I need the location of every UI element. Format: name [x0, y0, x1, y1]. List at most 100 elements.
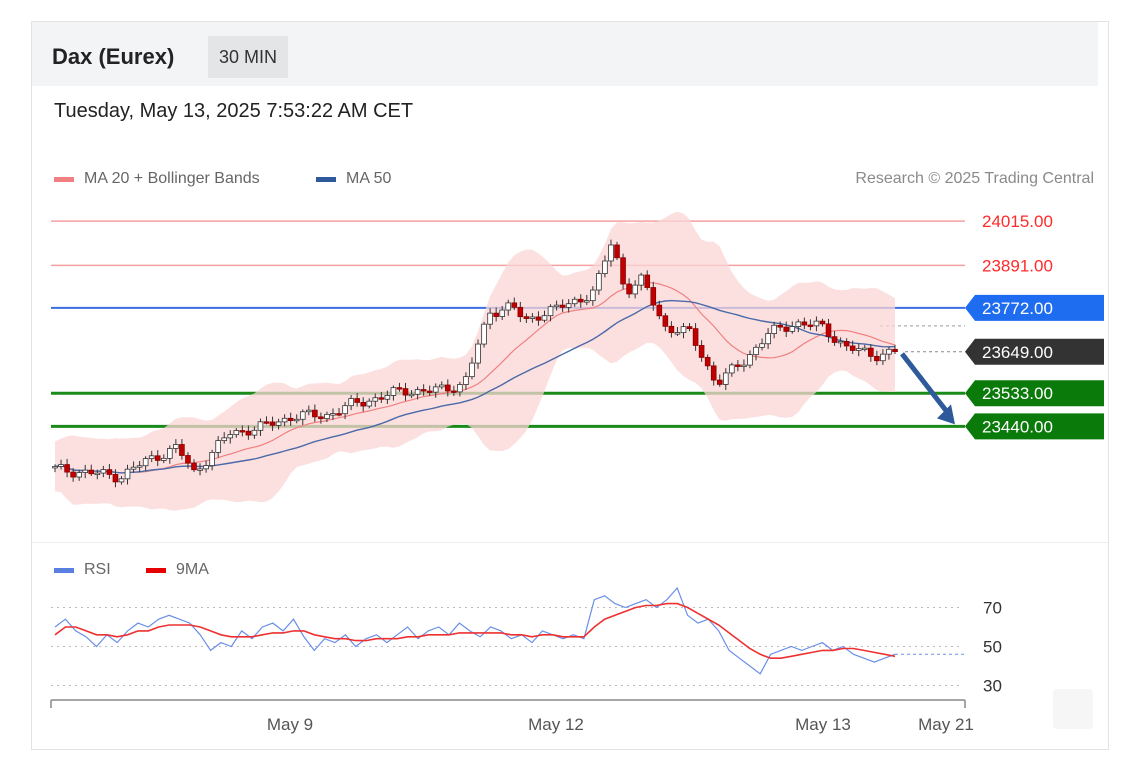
candle-body — [154, 455, 161, 461]
candle-body — [880, 353, 886, 362]
candle-body — [686, 326, 693, 330]
candle-body — [868, 347, 874, 357]
candle-body — [167, 448, 173, 459]
candle-body — [475, 343, 481, 364]
candle-body — [100, 469, 107, 474]
candle-body — [396, 387, 403, 390]
candle-body — [378, 397, 385, 400]
9ma-line — [54, 602, 896, 659]
x-tick-label-May-21: May 21 — [918, 715, 974, 734]
candle-body — [698, 345, 705, 358]
candle-body — [861, 347, 868, 351]
candle-body — [287, 417, 294, 422]
candle-body — [837, 341, 844, 344]
x-tick-label-May-13: May 13 — [795, 715, 851, 734]
candle-body — [336, 413, 342, 416]
candle-body — [692, 328, 699, 346]
candle-body — [426, 390, 433, 393]
candle-body — [106, 469, 113, 475]
candle-body — [451, 390, 457, 393]
candle-body — [753, 346, 759, 356]
candle-body — [366, 400, 373, 407]
candle-body — [620, 257, 626, 285]
chart-svg[interactable]: 24015.00 23891.00 23772.00 23649.00 23533.00… — [0, 0, 1143, 764]
candle-body — [215, 440, 221, 453]
candle-body — [729, 364, 735, 374]
candle-body — [765, 333, 771, 345]
candle-body — [463, 376, 469, 385]
candle-body — [233, 430, 240, 436]
candle-body — [583, 300, 590, 303]
candle-body — [457, 384, 463, 393]
candle-body — [142, 458, 149, 467]
candle-body — [807, 324, 814, 327]
candle-body — [124, 468, 131, 480]
candle-body — [674, 332, 681, 335]
candle-body — [293, 418, 300, 422]
candle-body — [88, 469, 95, 475]
candle-body — [257, 421, 264, 431]
candle-body — [626, 283, 632, 295]
candle-body — [70, 471, 76, 478]
level-label-23891.00: 23891.00 — [982, 256, 1053, 275]
candle-body — [825, 323, 832, 338]
candle-body — [735, 364, 741, 367]
candle-body — [118, 478, 125, 483]
candle-body — [384, 395, 391, 400]
candle-body — [680, 326, 687, 333]
candle-body — [505, 302, 512, 311]
candle-body — [795, 321, 802, 327]
candle-body — [632, 284, 638, 295]
forecast-arrow-shaft — [900, 352, 951, 416]
candle-body — [662, 315, 669, 327]
candle-body — [487, 312, 493, 325]
x-tick-label-May-9: May 9 — [267, 715, 313, 734]
candle-body — [197, 468, 203, 471]
candle-body — [710, 365, 717, 381]
candle-body — [813, 320, 820, 327]
candle-body — [499, 309, 505, 317]
candle-body — [759, 343, 765, 348]
candle-body — [185, 455, 191, 464]
candle-body — [402, 388, 409, 396]
candle-body — [704, 356, 711, 367]
candle-body — [855, 348, 862, 351]
candle-body — [306, 409, 312, 413]
candle-body — [160, 457, 167, 461]
candle-body — [52, 466, 58, 469]
candle-body — [831, 336, 838, 343]
candle-body — [348, 398, 354, 407]
candle-body — [179, 444, 185, 456]
candle-body — [590, 289, 596, 302]
rsi-tick-label-50: 50 — [983, 638, 1002, 657]
level-tag-text: 23772.00 — [982, 299, 1053, 318]
candle-body — [511, 302, 518, 308]
candle-body — [209, 452, 215, 466]
candle-body — [656, 304, 663, 317]
candle-body — [414, 389, 421, 395]
candle — [614, 241, 620, 261]
candle-body — [843, 341, 850, 347]
candle-body — [408, 393, 415, 397]
candle — [481, 321, 487, 348]
level-tag-23440.00: 23440.00 — [965, 413, 1104, 440]
candle-body — [819, 320, 826, 325]
candle-body — [354, 398, 360, 403]
rsi-line — [54, 586, 896, 675]
candle — [620, 253, 626, 290]
candle-body — [130, 466, 137, 470]
candle-body — [529, 316, 536, 319]
candle-body — [650, 287, 657, 306]
candle-body — [741, 364, 747, 368]
candle-body — [245, 430, 252, 436]
candle-body — [221, 437, 228, 442]
candle-body — [420, 389, 427, 392]
candle-body — [342, 405, 348, 415]
candle-body — [577, 298, 584, 303]
candle-body — [481, 323, 487, 345]
corner-button[interactable] — [1053, 689, 1093, 729]
level-label-24015.00: 24015.00 — [982, 212, 1053, 231]
candle-body — [777, 324, 783, 328]
candle-body — [299, 411, 306, 420]
candle-body — [330, 413, 336, 416]
